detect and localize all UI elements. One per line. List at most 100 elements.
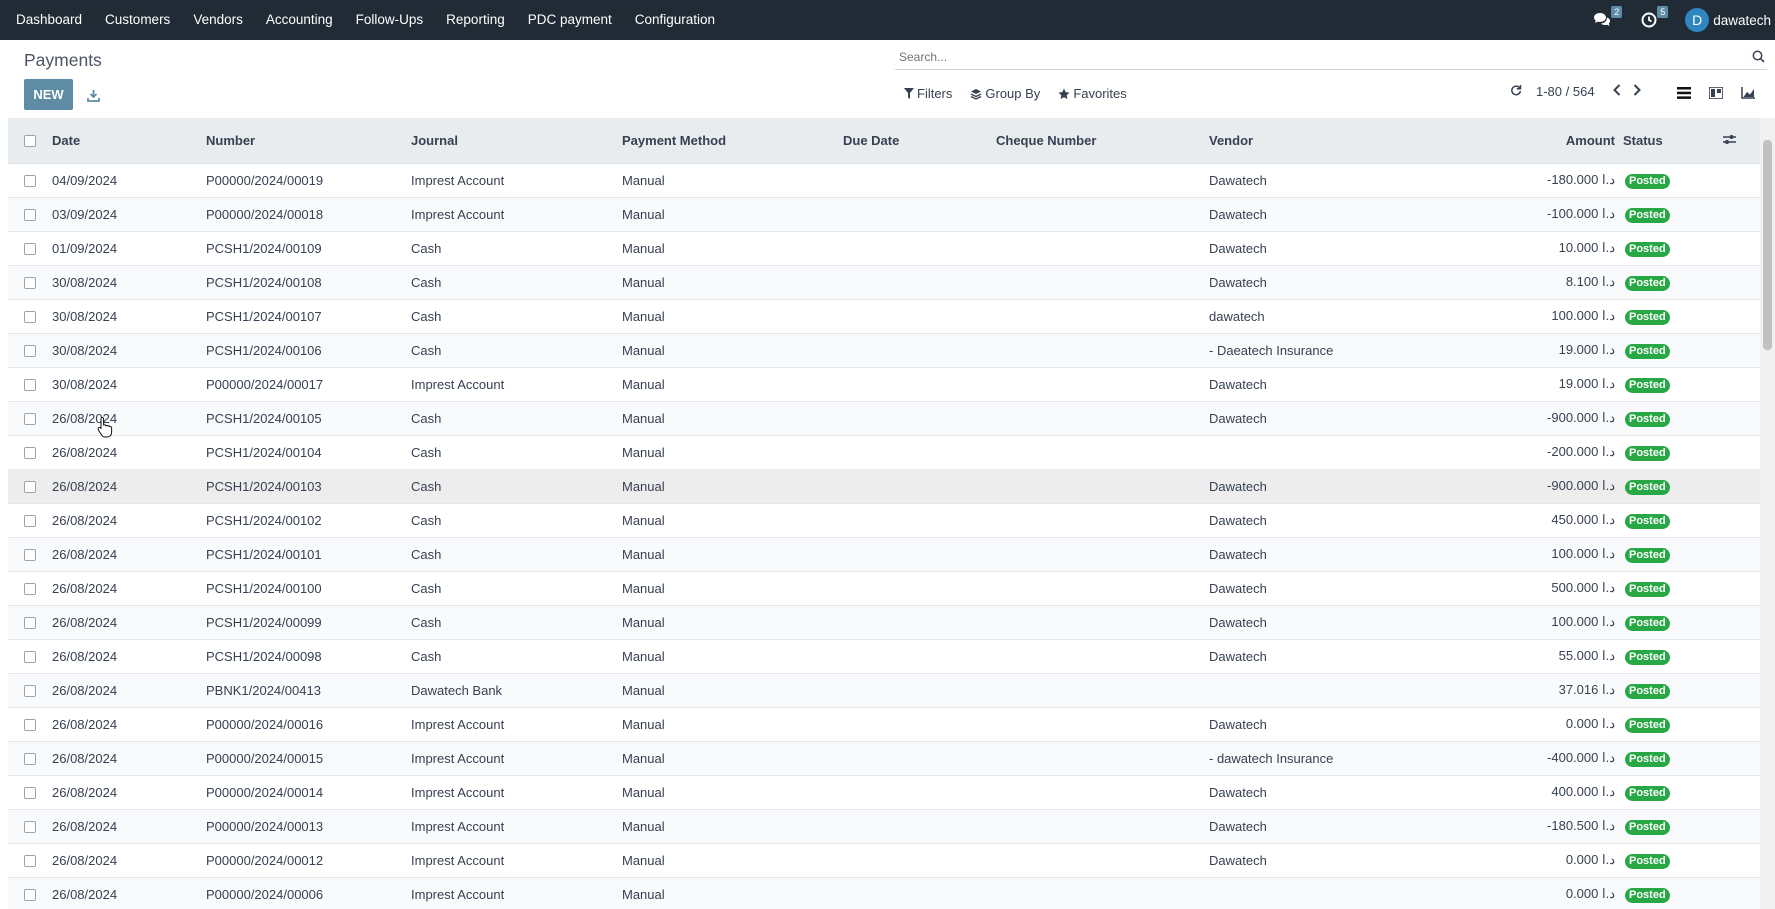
menu-dashboard[interactable]: Dashboard [0,0,94,40]
table-row[interactable]: 26/08/2024 PCSH1/2024/00103 Cash Manual Dawa… [8,469,1760,504]
row-checkbox[interactable] [24,481,36,494]
amount-value: -900.000 [1547,410,1599,425]
row-checkbox[interactable] [24,447,36,460]
menu-reporting[interactable]: Reporting [435,0,517,40]
status-badge: Posted [1625,241,1670,257]
row-checkbox[interactable] [24,719,36,732]
table-row[interactable]: 26/08/2024 PCSH1/2024/00098 Cash Manual Dawa… [8,639,1760,674]
row-checkbox[interactable] [24,413,36,426]
row-checkbox[interactable] [24,175,36,188]
favorites-toggle[interactable]: Favorites [1058,86,1127,101]
table-row[interactable]: 26/08/2024 P00000/2024/00015 Imprest Accou… [8,741,1760,776]
cell-payment-method: Manual [622,741,843,776]
table-row[interactable]: 26/08/2024 P00000/2024/00013 Imprest Accou… [8,809,1760,844]
menu-vendors[interactable]: Vendors [182,0,255,40]
column-header-number[interactable]: Number [206,118,411,164]
table-row[interactable]: 26/08/2024 P00000/2024/00016 Imprest Accou… [8,707,1760,742]
row-checkbox[interactable] [24,821,36,834]
cell-number: PCSH1/2024/00104 [206,435,411,470]
table-row[interactable]: 26/08/2024 PCSH1/2024/00102 Cash Manual Dawa… [8,503,1760,538]
cell-cheque-number [996,469,1209,504]
table-row[interactable]: 04/09/2024 P00000/2024/00019 Imprest Accou… [8,163,1760,198]
select-all-checkbox[interactable] [24,135,36,148]
column-header-due-date[interactable]: Due Date [843,118,996,164]
row-checkbox[interactable] [24,311,36,324]
user-menu[interactable]: D dawatech [1685,8,1771,32]
graph-view-icon[interactable] [1737,82,1759,104]
optional-columns-icon[interactable] [1723,133,1736,148]
column-header-status[interactable]: Status [1623,118,1723,164]
cell-payment-method: Manual [622,809,843,844]
table-row[interactable]: 26/08/2024 P00000/2024/00006 Imprest Accou… [8,877,1760,909]
column-header-date[interactable]: Date [52,118,206,164]
menu-customers[interactable]: Customers [94,0,182,40]
table-row[interactable]: 30/08/2024 PCSH1/2024/00107 Cash Manual dawa… [8,299,1760,334]
cell-vendor: Dawatech [1209,605,1448,640]
row-checkbox[interactable] [24,379,36,392]
cell-status: Posted [1623,231,1723,266]
table-row[interactable]: 26/08/2024 PCSH1/2024/00104 Cash Manual -200… [8,435,1760,470]
cell-vendor: Dawatech [1209,707,1448,742]
row-checkbox[interactable] [24,277,36,290]
row-checkbox[interactable] [24,651,36,664]
column-header-journal[interactable]: Journal [411,118,622,164]
column-header-amount[interactable]: Amount [1448,118,1623,164]
row-checkbox[interactable] [24,685,36,698]
list-view-icon[interactable] [1673,82,1695,104]
table-row[interactable]: 03/09/2024 P00000/2024/00018 Imprest Accou… [8,197,1760,232]
new-button[interactable]: NEW [24,79,73,110]
table-row[interactable]: 30/08/2024 PCSH1/2024/00108 Cash Manual Dawa… [8,265,1760,300]
pager-next-icon[interactable] [1633,83,1641,99]
cell-vendor: Dawatech [1209,469,1448,504]
pager-previous-icon[interactable] [1612,83,1621,99]
cell-status: Posted [1623,605,1723,640]
search-icon[interactable] [1752,50,1765,66]
cell-amount: -180.500 د.ا [1448,809,1623,844]
menu-accounting[interactable]: Accounting [254,0,344,40]
cell-empty [1723,741,1760,776]
row-checkbox[interactable] [24,583,36,596]
row-checkbox[interactable] [24,889,36,902]
menu-follow-ups[interactable]: Follow-Ups [344,0,435,40]
column-header-vendor[interactable]: Vendor [1209,118,1448,164]
menu-configuration[interactable]: Configuration [623,0,726,40]
table-row[interactable]: 26/08/2024 PCSH1/2024/00105 Cash Manual Dawa… [8,401,1760,436]
row-checkbox[interactable] [24,855,36,868]
groupby-toggle[interactable]: Group By [970,86,1040,101]
pager-value[interactable]: 1-80 / 564 [1536,84,1595,99]
row-checkbox[interactable] [24,345,36,358]
row-checkbox[interactable] [24,515,36,528]
cell-status: Posted [1623,435,1723,470]
scrollbar-thumb[interactable] [1763,140,1772,350]
table-row[interactable]: 26/08/2024 PCSH1/2024/00099 Cash Manual Dawa… [8,605,1760,640]
row-checkbox[interactable] [24,753,36,766]
menu-pdc-payment[interactable]: PDC payment [516,0,623,40]
table-row[interactable]: 26/08/2024 P00000/2024/00012 Imprest Accou… [8,843,1760,878]
amount-value: -200.000 [1547,444,1599,459]
row-checkbox[interactable] [24,209,36,222]
messages-button[interactable]: 2 [1593,6,1623,28]
column-header-payment-method[interactable]: Payment Method [622,118,843,164]
row-checkbox[interactable] [24,549,36,562]
row-checkbox[interactable] [24,787,36,800]
activities-button[interactable]: 5 [1641,6,1669,28]
kanban-view-icon[interactable] [1705,82,1727,104]
search-input[interactable] [895,46,1767,68]
table-row[interactable]: 30/08/2024 PCSH1/2024/00106 Cash Manual - Da… [8,333,1760,368]
row-checkbox[interactable] [24,617,36,630]
filters-toggle[interactable]: Filters [904,86,952,101]
table-row[interactable]: 26/08/2024 PCSH1/2024/00100 Cash Manual Dawa… [8,571,1760,606]
refresh-icon[interactable] [1510,84,1522,99]
export-button[interactable] [82,84,104,106]
table-row[interactable]: 26/08/2024 PCSH1/2024/00101 Cash Manual Dawa… [8,537,1760,572]
column-header-cheque-number[interactable]: Cheque Number [996,118,1209,164]
table-row[interactable]: 01/09/2024 PCSH1/2024/00109 Cash Manual Dawa… [8,231,1760,266]
cell-amount: 0.000 د.ا [1448,707,1623,742]
row-checkbox[interactable] [24,243,36,256]
cell-date: 30/08/2024 [52,367,206,402]
table-row[interactable]: 26/08/2024 P00000/2024/00014 Imprest Accou… [8,775,1760,810]
status-badge: Posted [1625,717,1670,733]
vertical-scrollbar[interactable] [1760,118,1775,909]
table-row[interactable]: 30/08/2024 P00000/2024/00017 Imprest Accou… [8,367,1760,402]
table-row[interactable]: 26/08/2024 PBNK1/2024/00413 Dawatech Bank M… [8,673,1760,708]
